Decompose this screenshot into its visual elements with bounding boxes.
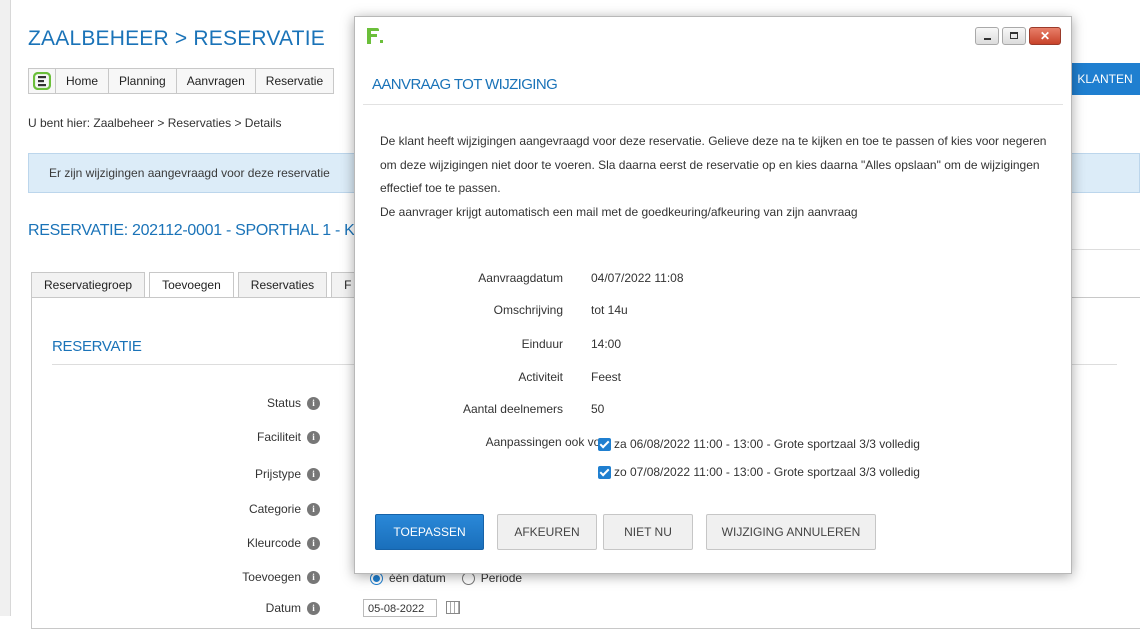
app-logo-icon[interactable] [29, 69, 56, 93]
niet-nu-button[interactable]: NIET NU [603, 514, 693, 550]
info-icon[interactable]: i [307, 601, 320, 615]
datum-input[interactable]: 05-08-2022 [363, 599, 437, 617]
form-label-faciliteit: Faciliteit i [257, 430, 320, 444]
tab-reservatiegroep[interactable]: Reservatiegroep [31, 272, 146, 297]
info-icon[interactable]: i [307, 430, 320, 444]
close-button[interactable]: ✕ [1029, 27, 1061, 45]
field-value-deelnemers: 50 [591, 402, 605, 416]
window-controls: ✕ [975, 27, 1061, 45]
tab-toevoegen[interactable]: Toevoegen [149, 272, 234, 298]
field-label-deelnemers: Aantal deelnemers [462, 402, 563, 416]
field-label-omschrijving: Omschrijving [493, 303, 563, 317]
nav-planning[interactable]: Planning [109, 69, 177, 93]
breadcrumb: U bent hier: Zaalbeheer > Reservaties > … [28, 116, 282, 130]
field-value-omschrijving: tot 14u [591, 303, 628, 317]
maximize-button[interactable] [1002, 27, 1026, 45]
change-request-dialog: ✕ AANVRAAG TOT WIJZIGING De klant heeft … [354, 16, 1072, 574]
nav-home[interactable]: Home [56, 69, 110, 93]
app-logo-icon [367, 28, 383, 44]
info-icon[interactable]: i [307, 467, 320, 481]
aanpassing-option[interactable]: zo 07/08/2022 11:00 - 13:00 - Grote spor… [598, 465, 920, 479]
info-icon[interactable]: i [307, 570, 320, 584]
dialog-divider [363, 104, 1063, 105]
field-label-einduur: Einduur [521, 337, 563, 351]
toepassen-button[interactable]: TOEPASSEN [375, 514, 484, 550]
dialog-header: AANVRAAG TOT WIJZIGING [372, 76, 558, 93]
afkeuren-button[interactable]: AFKEUREN [497, 514, 597, 550]
form-label-status: Status i [267, 396, 320, 410]
field-value-einduur: 14:00 [591, 337, 622, 351]
nav-aanvragen[interactable]: Aanvragen [177, 69, 256, 93]
field-label-aanvraagdatum: Aanvraagdatum [478, 271, 563, 285]
field-value-activiteit: Feest [591, 370, 622, 384]
field-label-aanpassingen: Aanpassingen ook voor [485, 435, 611, 449]
form-label-datum: Datum i [266, 601, 320, 615]
nav-reservaties[interactable]: Reservatie [256, 69, 333, 93]
minimize-button[interactable] [975, 27, 999, 45]
klanten-button[interactable]: KLANTEN [1070, 63, 1140, 95]
form-label-categorie: Categorie i [249, 502, 320, 516]
description-paragraph: De aanvrager krijgt automatisch een mail… [380, 204, 858, 219]
info-icon[interactable]: i [307, 536, 320, 550]
form-label-toevoegen: Toevoegen i [242, 570, 320, 584]
tab-bar: Reservatiegroep Toevoegen Reservaties F [31, 272, 368, 298]
form-label-kleurcode: Kleurcode i [247, 536, 320, 550]
page-title: ZAALBEHEER > RESERVATIE [28, 27, 325, 50]
aanpassing-label: zo 07/08/2022 11:00 - 13:00 - Grote spor… [614, 465, 920, 479]
checkbox-checked[interactable] [598, 437, 611, 451]
aanpassing-option[interactable]: za 06/08/2022 11:00 - 13:00 - Grote spor… [598, 437, 920, 451]
description-paragraph: De klant heeft wijzigingen aangevraagd v… [380, 134, 1047, 195]
field-value-aanvraagdatum: 04/07/2022 11:08 [591, 271, 684, 285]
field-label-activiteit: Activiteit [518, 370, 563, 384]
dialog-titlebar[interactable]: ✕ [355, 17, 1071, 61]
dialog-description: De klant heeft wijzigingen aangevraagd v… [380, 130, 1050, 224]
tab-reservaties[interactable]: Reservaties [237, 272, 328, 297]
info-icon[interactable]: i [307, 396, 320, 410]
checkbox-checked[interactable] [598, 465, 611, 479]
wijziging-annuleren-button[interactable]: WIJZIGING ANNULEREN [706, 514, 876, 550]
aanpassing-label: za 06/08/2022 11:00 - 13:00 - Grote spor… [614, 437, 920, 451]
page-left-border [0, 0, 11, 616]
info-icon[interactable]: i [307, 502, 320, 516]
panel-title: RESERVATIE [52, 338, 142, 355]
reservation-title: RESERVATIE: 202112-0001 - SPORTHAL 1 - K… [28, 222, 388, 239]
main-navbar: Home Planning Aanvragen Reservatie [28, 68, 335, 94]
alert-text: Er zijn wijzigingen aangevraagd voor dez… [49, 166, 330, 180]
calendar-icon[interactable] [446, 601, 460, 614]
form-label-prijstype: Prijstype i [255, 467, 320, 481]
